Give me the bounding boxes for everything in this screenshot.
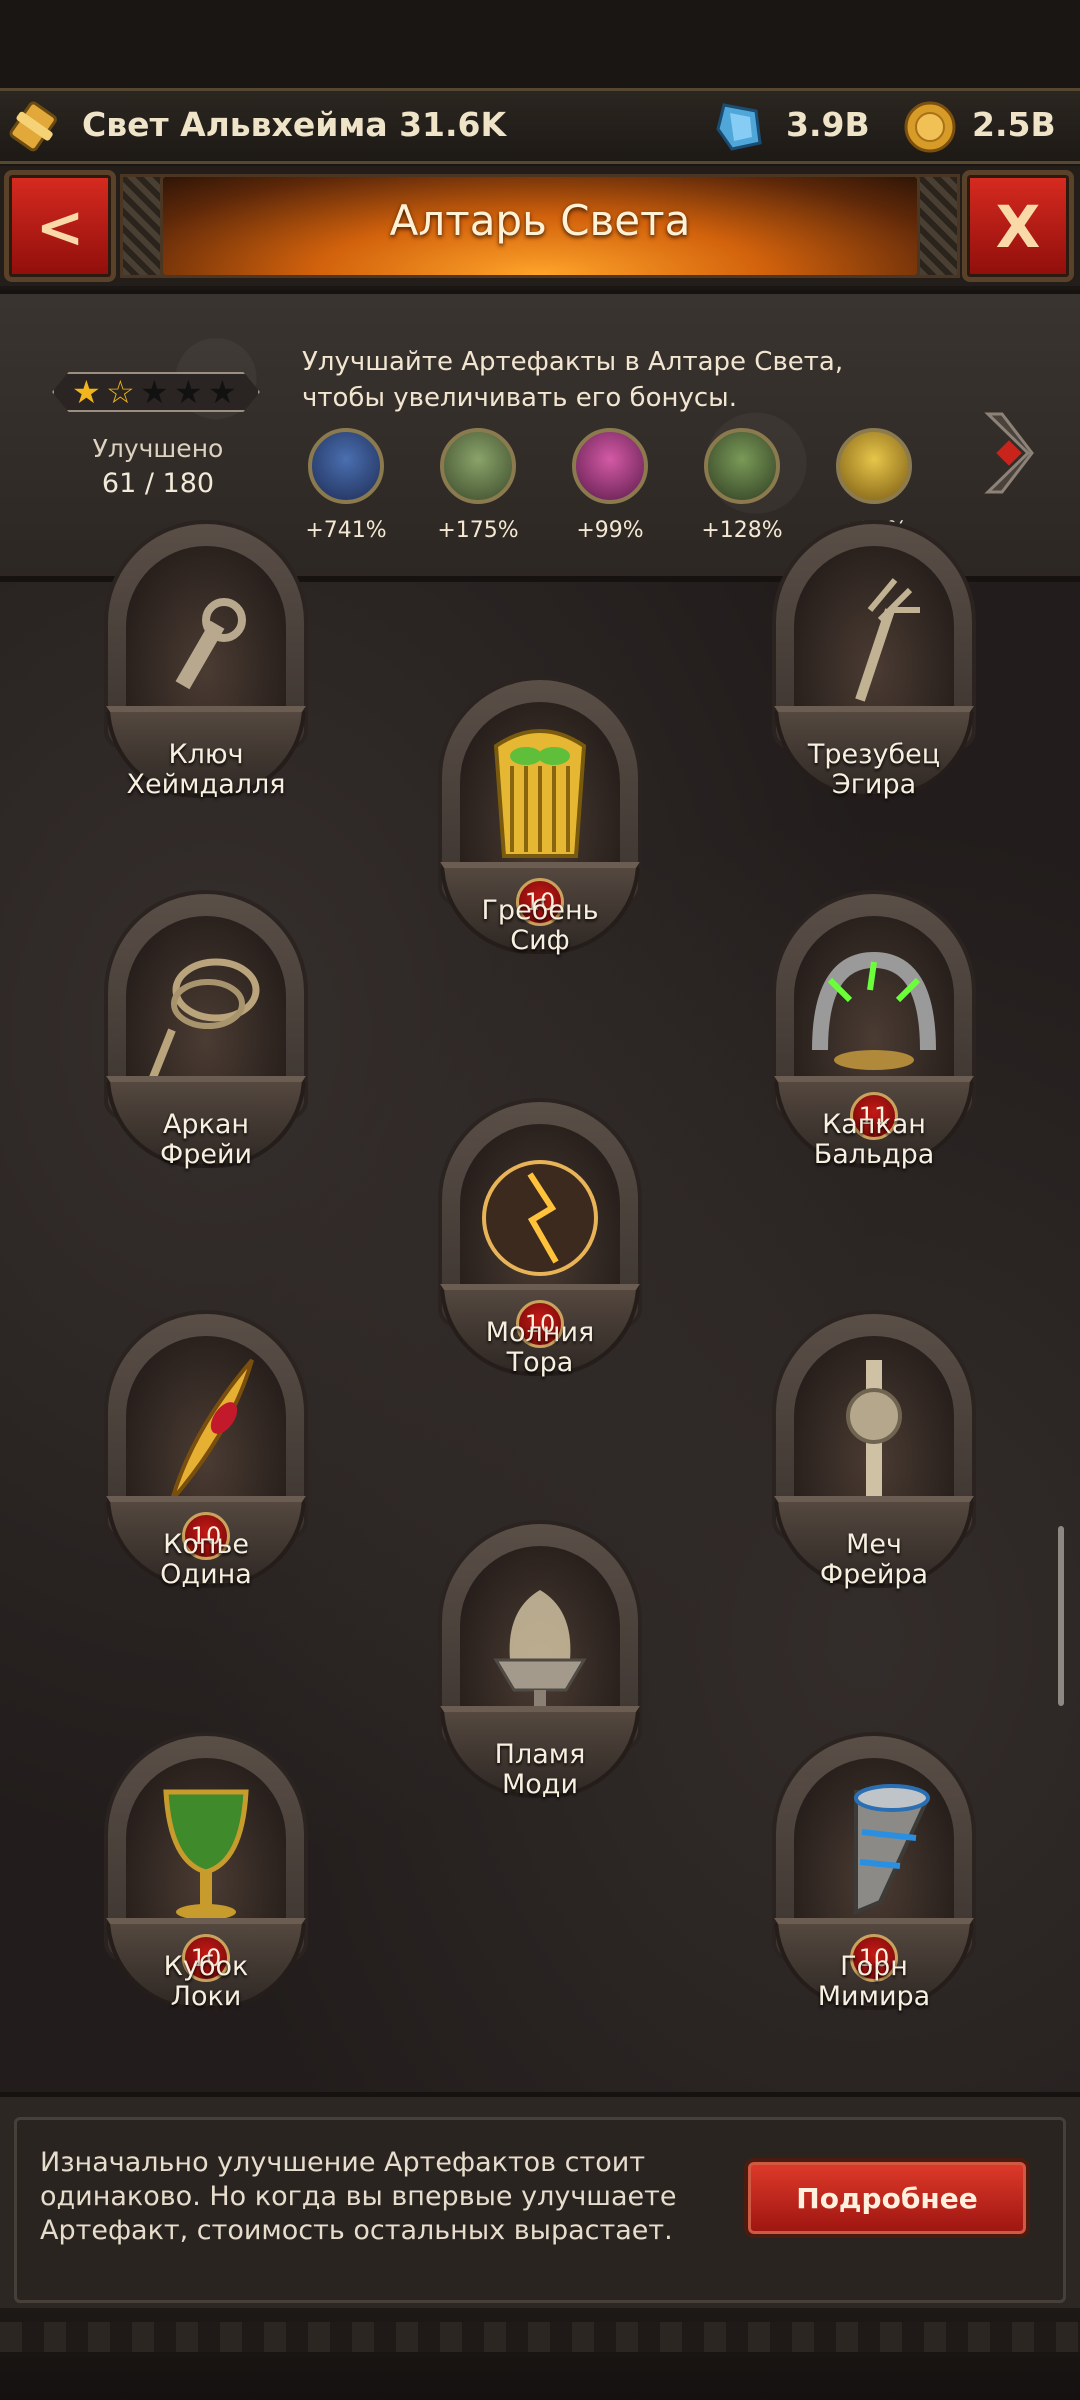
- horn-icon: [854, 1784, 930, 1915]
- star-filled-icon: ★: [72, 373, 101, 411]
- bottom-ornament: [0, 2308, 1080, 2400]
- close-icon: X: [995, 193, 1041, 261]
- chevron-left-icon: <: [35, 193, 85, 261]
- gold-coin-icon: [904, 101, 956, 153]
- back-button[interactable]: <: [4, 170, 116, 282]
- bonus-value: +741%: [305, 518, 387, 543]
- rope-icon: [148, 958, 260, 1082]
- star-empty-icon: ☆: [106, 373, 135, 411]
- artifact-name: Копье Одина: [160, 1529, 252, 1590]
- star-locked-icon: ★: [140, 373, 169, 411]
- artifact-name: Меч Фрейра: [819, 1529, 929, 1590]
- improved-count: 61 / 180: [101, 468, 215, 499]
- bonus-value: +99%: [576, 518, 644, 543]
- artifact-name: Кубок Локи: [163, 1951, 249, 2012]
- spear-icon: [170, 1358, 254, 1502]
- scrollbar[interactable]: [1058, 1526, 1064, 1706]
- flame-bowl-icon: [493, 1590, 587, 1710]
- artifact-name: Пламя Моди: [494, 1739, 586, 1800]
- trap-icon: [812, 951, 936, 1070]
- bonus-value: +175%: [437, 518, 519, 543]
- artifact-name: Трезубец Эгира: [807, 739, 941, 800]
- gold-count: 2.5B: [972, 105, 1056, 144]
- hero-portrait-icon[interactable]: [572, 428, 648, 504]
- comb-icon: [493, 729, 587, 858]
- hero-portrait-icon[interactable]: [440, 428, 516, 504]
- resource-bar: Свет Альвхейма 31.6K 3.9B 2.5B: [0, 88, 1080, 164]
- hero-portrait-icon[interactable]: [836, 428, 912, 504]
- hero-portrait-icon[interactable]: [704, 428, 780, 504]
- close-button[interactable]: X: [962, 170, 1074, 282]
- trident-icon: [855, 578, 920, 702]
- artifact-name: Молния Тора: [485, 1317, 595, 1378]
- details-button-label: Подробнее: [796, 2182, 978, 2215]
- artifact-name: Гребень Сиф: [481, 895, 599, 956]
- crystal-count: 3.9B: [786, 105, 870, 144]
- artifact-name: Аркан Фрейи: [159, 1109, 253, 1170]
- bonus-value: +128%: [701, 518, 783, 543]
- artifact-name: Ключ Хеймдалля: [126, 739, 286, 800]
- sword-icon: [846, 1360, 902, 1500]
- title-header: Алтарь Света < X: [0, 166, 1080, 286]
- altar-description: Улучшайте Артефакты в Алтаре Света, чтоб…: [302, 347, 844, 413]
- star-locked-icon: ★: [174, 373, 203, 411]
- goblet-icon: [163, 1789, 249, 1920]
- scroll-icon: [9, 101, 57, 152]
- artifact-name: Горн Мимира: [817, 1951, 931, 2012]
- hero-portrait-icon[interactable]: [308, 428, 384, 504]
- key-icon: [175, 598, 246, 690]
- improved-label: Улучшено: [92, 434, 224, 463]
- page-title: Алтарь Света: [389, 196, 691, 245]
- crystal-icon: [716, 103, 762, 151]
- artifact-name: Капкан Бальдра: [813, 1109, 935, 1170]
- star-locked-icon: ★: [208, 373, 237, 411]
- lightning-orb-icon: [482, 1160, 598, 1276]
- footer-hint-text: Изначально улучшение Артефактов стоит од…: [40, 2147, 677, 2246]
- next-arrow-button[interactable]: [982, 408, 1034, 498]
- realm-name: Свет Альвхейма 31.6K: [82, 105, 507, 144]
- details-button[interactable]: Подробнее: [744, 2158, 1030, 2238]
